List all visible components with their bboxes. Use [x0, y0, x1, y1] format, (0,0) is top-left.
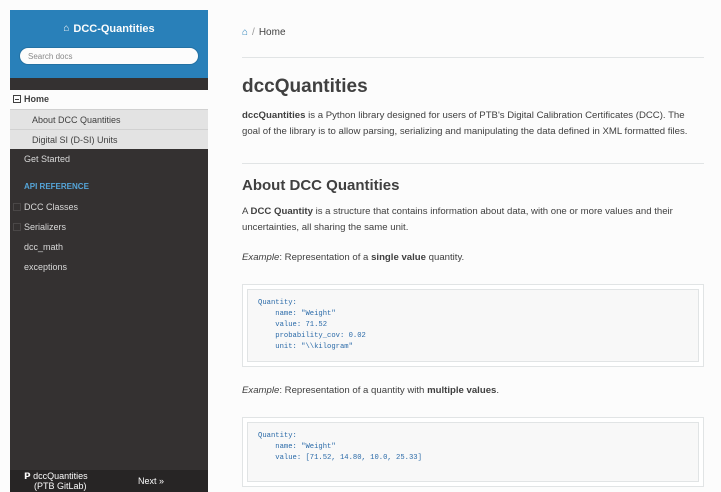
sidebar-item-dcc-math[interactable]: dcc_math — [10, 237, 208, 257]
code-block-1: Quantity: name: "Weight" value: 71.52 pr… — [242, 284, 704, 367]
code-1: Quantity: name: "Weight" value: 71.52 pr… — [247, 289, 699, 362]
section-divider — [242, 163, 704, 164]
sidebar-spacer — [10, 78, 208, 90]
intro-paragraph: dccQuantities is a Python library design… — [242, 108, 704, 140]
next-button[interactable]: Next » — [138, 476, 164, 486]
sidebar-item-dcc-classes[interactable]: DCC Classes — [10, 197, 208, 217]
breadcrumb-home-icon[interactable]: ⌂ — [242, 27, 248, 38]
intro-text: is a Python library designed for users o… — [242, 110, 688, 137]
about-pre: A — [242, 206, 251, 217]
repo-label: dccQuantities — [33, 471, 88, 481]
example-1-em: Example — [242, 252, 280, 263]
sidebar-header: ⌂ DCC-Quantities — [10, 10, 208, 78]
example-1-strong: single value — [371, 252, 426, 263]
code-block-2: Quantity: name: "Weight" value: [71.52, … — [242, 417, 704, 487]
sidebar-caption: API REFERENCE — [24, 182, 89, 191]
example-1-paragraph: Example: Representation of a single valu… — [242, 250, 704, 266]
project-title: DCC-Quantities — [73, 22, 155, 35]
repo-link[interactable]: 𝗣 dccQuantities (PTB GitLab) — [24, 471, 88, 491]
sidebar-item-get-started[interactable]: Get Started — [10, 149, 208, 169]
sidebar-item-home[interactable]: Home — [10, 90, 208, 109]
example-1-post: quantity. — [425, 252, 465, 263]
collapse-icon[interactable] — [13, 95, 21, 103]
sidebar-item-exceptions[interactable]: exceptions — [10, 257, 208, 277]
sidebar-item-about[interactable]: About DCC Quantities — [10, 109, 208, 129]
about-paragraph: A DCC Quantity is a structure that conta… — [242, 204, 704, 236]
code-2: Quantity: name: "Weight" value: [71.52, … — [247, 422, 699, 482]
example-2-strong: multiple values — [427, 385, 497, 396]
gitlab-icon: 𝗣 — [24, 471, 31, 481]
search-input[interactable] — [19, 47, 199, 65]
about-strong: DCC Quantity — [250, 206, 313, 217]
intro-strong: dccQuantities — [242, 110, 306, 121]
sidebar-item-dsi-units[interactable]: Digital SI (D-SI) Units — [10, 129, 208, 149]
page-title: dccQuantities — [242, 76, 368, 97]
sidebar-item-label: Home — [24, 94, 50, 104]
version-footer: 𝗣 dccQuantities (PTB GitLab) Next » — [10, 470, 208, 492]
sidebar-item-serializers[interactable]: Serializers — [10, 217, 208, 237]
breadcrumb: ⌂ / Home — [242, 10, 704, 58]
example-2-paragraph: Example: Representation of a quantity wi… — [242, 383, 704, 399]
breadcrumb-separator: / — [252, 27, 255, 38]
sidebar: ⌂ DCC-Quantities Home About DCC Quantiti… — [10, 10, 208, 492]
home-icon: ⌂ — [63, 23, 70, 34]
example-2-em: Example — [242, 385, 280, 396]
breadcrumb-current: Home — [258, 27, 286, 38]
project-home-link[interactable]: ⌂ DCC-Quantities — [63, 23, 154, 35]
example-1-pre: : Representation of a — [279, 252, 372, 263]
section-title: About DCC Quantities — [242, 177, 400, 194]
repo-sublabel: (PTB GitLab) — [34, 481, 87, 491]
main-content: ⌂ / Home dccQuantities dccQuantities is a … — [242, 10, 704, 487]
sidebar-menu: Home About DCC Quantities Digital SI (D-… — [10, 90, 208, 277]
example-2-post: . — [496, 385, 500, 396]
example-2-pre: : Representation of a quantity with — [279, 385, 428, 396]
